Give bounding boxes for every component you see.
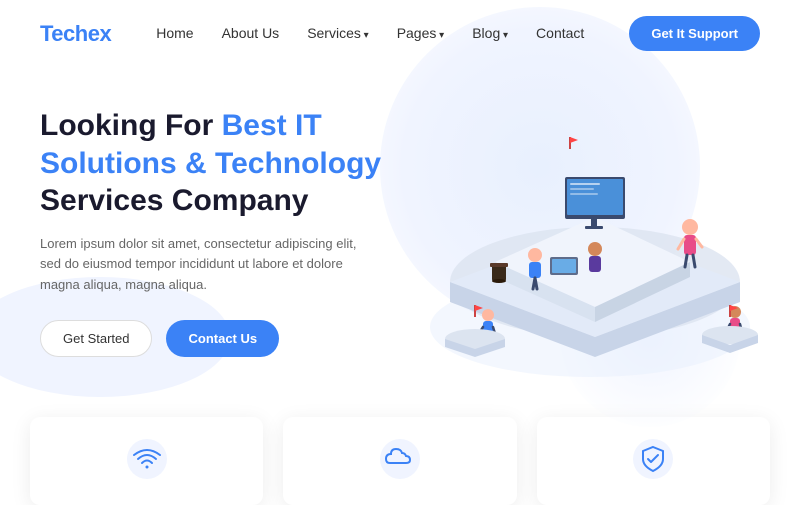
card-1	[30, 417, 263, 505]
shield-icon	[631, 437, 675, 481]
hero-svg-illustration	[420, 87, 760, 387]
hero-title-line2: Solutions & Technology	[40, 147, 381, 180]
logo[interactable]: Techex	[40, 21, 111, 47]
cta-support-button[interactable]: Get It Support	[629, 16, 760, 51]
card-2	[283, 417, 516, 505]
nav-links: Home About Us Services Pages Blog Contac…	[156, 25, 584, 43]
hero-subtitle: Lorem ipsum dolor sit amet, consectetur …	[40, 234, 360, 296]
hero-title-highlight: Best IT	[222, 109, 322, 142]
hero-text-block: Looking For Best IT Solutions & Technolo…	[40, 87, 420, 357]
hero-title-prefix: Looking For	[40, 109, 222, 142]
hero-section: Looking For Best IT Solutions & Technolo…	[0, 67, 800, 407]
card-3	[537, 417, 770, 505]
get-started-button[interactable]: Get Started	[40, 320, 152, 357]
hero-title-line3: Services Company	[40, 184, 308, 217]
cloud-icon	[378, 437, 422, 481]
bottom-cards-section	[0, 417, 800, 505]
logo-suffix: ex	[88, 21, 111, 46]
nav-about[interactable]: About Us	[222, 25, 280, 41]
nav-pages[interactable]: Pages	[397, 25, 445, 41]
contact-us-button[interactable]: Contact Us	[166, 320, 279, 357]
logo-prefix: Tech	[40, 21, 88, 46]
hero-illustration	[420, 87, 760, 407]
nav-home[interactable]: Home	[156, 25, 193, 41]
hero-title: Looking For Best IT Solutions & Technolo…	[40, 107, 420, 220]
navbar: Techex Home About Us Services Pages Blog…	[0, 0, 800, 67]
nav-blog[interactable]: Blog	[472, 25, 508, 41]
nav-contact[interactable]: Contact	[536, 25, 584, 41]
hero-buttons: Get Started Contact Us	[40, 320, 420, 357]
nav-services[interactable]: Services	[307, 25, 369, 41]
wifi-icon	[125, 437, 169, 481]
